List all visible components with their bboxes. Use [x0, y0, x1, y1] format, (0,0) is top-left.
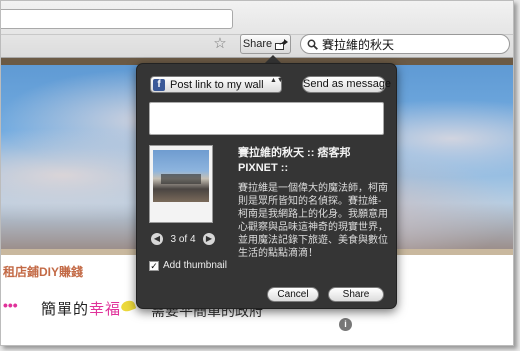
share-confirm-button[interactable]: Share: [328, 287, 384, 302]
select-arrows-icon: ▲▼: [270, 77, 284, 84]
facebook-icon: f: [153, 78, 165, 91]
next-thumbnail-icon[interactable]: ▶: [203, 233, 215, 245]
post-destination-select[interactable]: f Post link to my wall ▲▼: [150, 76, 284, 93]
search-field[interactable]: 賽拉維的秋天: [300, 34, 510, 54]
send-as-message-button[interactable]: Send as message: [302, 76, 391, 93]
share-popover: f Post link to my wall ▲▼ Send as messag…: [136, 63, 397, 309]
cancel-button[interactable]: Cancel: [267, 287, 319, 302]
search-field-value: 賽拉維的秋天: [322, 37, 395, 52]
bookmark-star-icon[interactable]: ☆: [211, 35, 229, 53]
search-icon: [307, 39, 318, 50]
prev-thumbnail-icon[interactable]: ◀: [151, 233, 163, 245]
blog-ad-link[interactable]: 租店鋪DIY賺錢: [3, 263, 83, 280]
share-button[interactable]: Share: [240, 34, 291, 54]
headline-highlight: 幸福: [89, 301, 122, 318]
add-thumbnail-option[interactable]: ✓ Add thumbnail: [149, 260, 227, 271]
thumbnail-image: [153, 150, 209, 202]
info-icon[interactable]: i: [339, 318, 352, 331]
post-destination-value: Post link to my wall: [170, 78, 264, 91]
link-title: 賽拉維的秋天 :: 痞客邦 PIXNET ::: [238, 147, 351, 174]
thumbnail-counter: 3 of 4: [170, 233, 196, 245]
leaf-icon: [119, 298, 137, 314]
add-thumbnail-label: Add thumbnail: [163, 260, 227, 271]
headline-text: 簡單的: [41, 301, 90, 318]
blog-headline: 簡單的幸福: [41, 298, 121, 319]
screenshot-frame: ☆ Share 賽拉維的秋天 租店鋪DIY賺錢 ••• 簡單的幸福 需要平簡單的…: [0, 0, 514, 346]
link-description: 賽拉維是一個偉大的魔法師，柯南則是眾所皆知的名偵探。賽拉維-柯南是我網路上的化身…: [238, 183, 388, 259]
message-input[interactable]: [149, 102, 384, 135]
thumbnail-frame: [149, 145, 213, 223]
add-thumbnail-checkbox[interactable]: ✓: [149, 260, 159, 271]
pink-decoration: •••: [3, 297, 18, 313]
share-button-label: Share: [242, 38, 273, 50]
address-bar[interactable]: [1, 9, 233, 29]
thumbnail-navigation: ◀ 3 of 4 ▶: [151, 232, 215, 246]
share-arrow-icon: [275, 38, 289, 50]
browser-toolbar: ☆ Share 賽拉維的秋天: [1, 1, 513, 58]
